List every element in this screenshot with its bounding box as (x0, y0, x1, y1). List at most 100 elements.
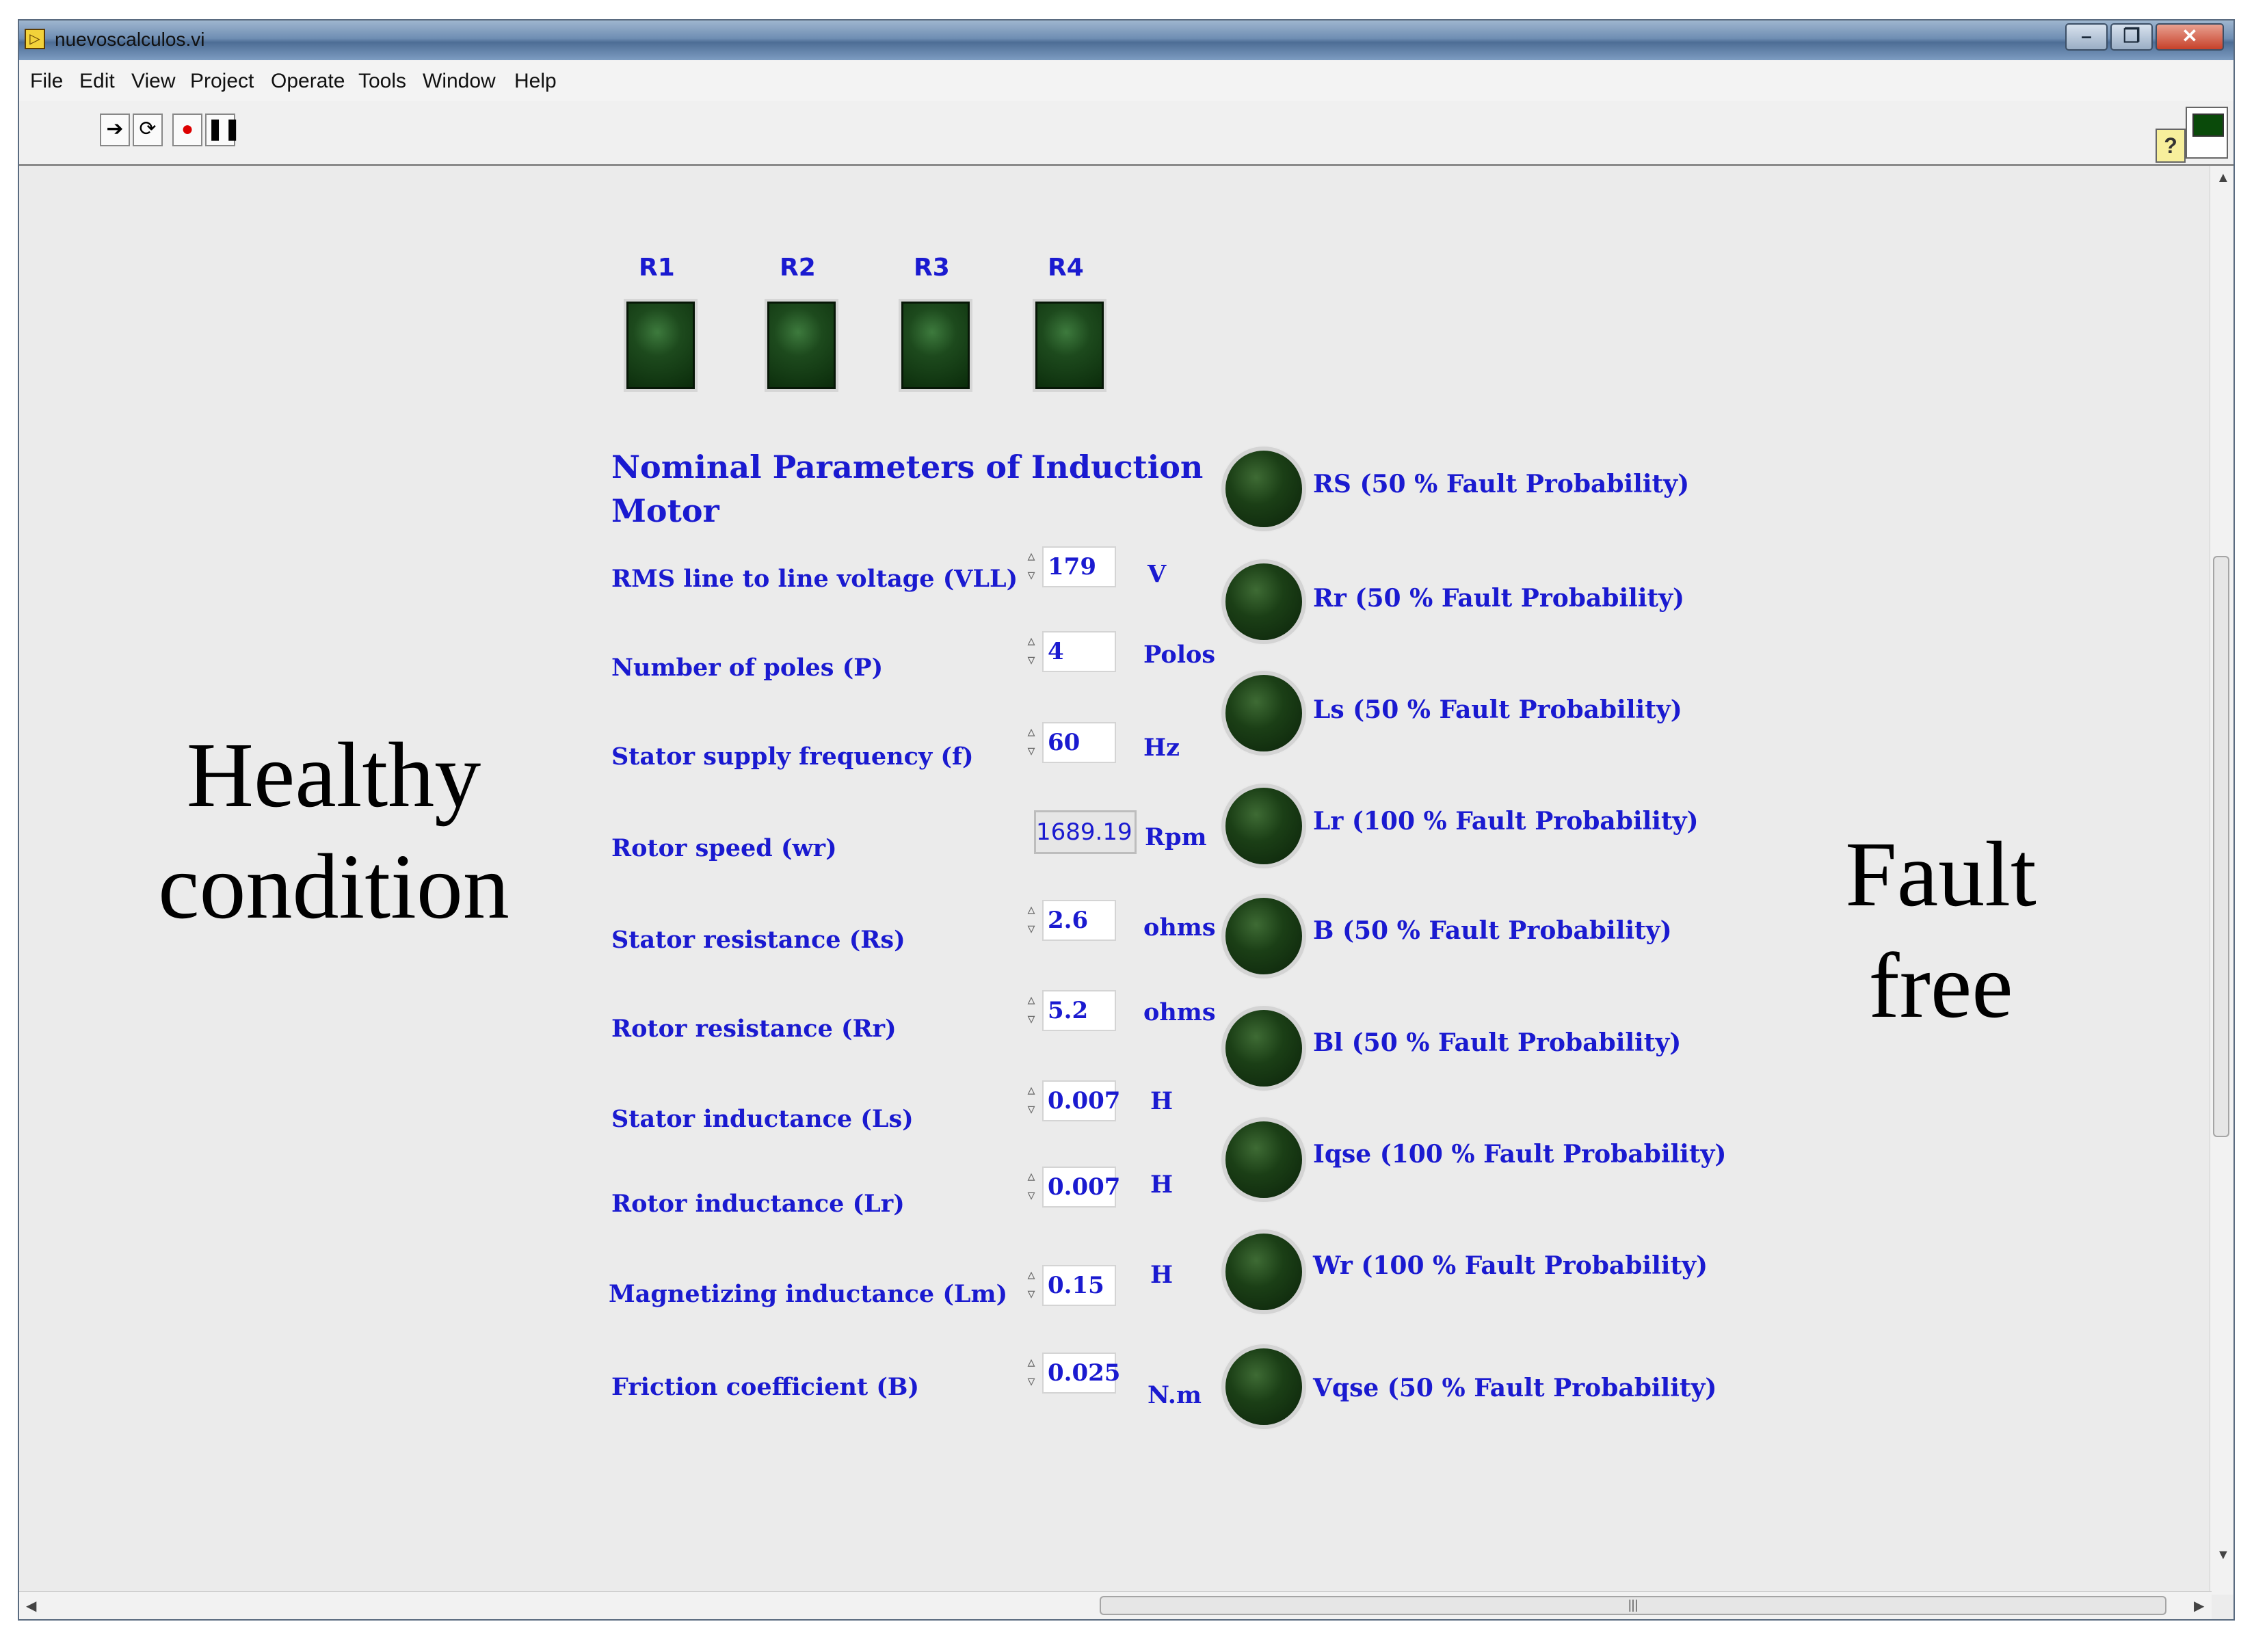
fault-free-text: Fault free (1770, 819, 2112, 1042)
section-title-line2: Motor (611, 492, 719, 529)
led-bl-fault (1221, 1006, 1306, 1091)
fault-label-bl: Bl (50 % Fault Probability) (1313, 1028, 1682, 1057)
param-label-frequency: Stator supply frequency (f) (611, 743, 974, 771)
led-wr-fault (1221, 1229, 1306, 1314)
close-button[interactable]: ✕ (2156, 23, 2224, 51)
increment-decrement-icon[interactable]: ▵ ▿ (1022, 1353, 1041, 1394)
unit-poles: Polos (1143, 641, 1216, 669)
menu-bar: File Edit View Project Operate Tools Win… (19, 60, 2233, 103)
param-label-poles: Number of poles (P) (611, 654, 884, 682)
increment-decrement-icon[interactable]: ▵ ▿ (1022, 1080, 1041, 1121)
menu-window[interactable]: Window (423, 70, 496, 93)
led-rs-fault (1221, 447, 1306, 531)
led-label-r2: R2 (780, 254, 816, 282)
increment-decrement-icon[interactable]: ▵ ▿ (1022, 722, 1041, 763)
healthy-condition-text: Healthy condition (101, 720, 566, 943)
labview-app-icon: ▷ (25, 29, 45, 49)
increment-decrement-icon[interactable]: ▵ ▿ (1022, 990, 1041, 1031)
led-r1 (624, 299, 698, 392)
scroll-right-icon[interactable]: ▶ (2194, 1597, 2204, 1614)
param-label-ls: Stator inductance (Ls) (611, 1105, 914, 1133)
param-label-rs: Stator resistance (Rs) (611, 926, 905, 954)
led-b-fault (1221, 894, 1306, 978)
vi-connector-icon[interactable] (2186, 107, 2228, 159)
led-rr-fault (1221, 559, 1306, 644)
abort-icon[interactable]: ● (172, 114, 202, 146)
fault-label-rs: RS (50 % Fault Probability) (1313, 470, 1690, 498)
led-ls-fault (1221, 671, 1306, 756)
ls-value[interactable]: 0.007 (1042, 1080, 1120, 1121)
vertical-scroll-thumb[interactable] (2213, 556, 2229, 1137)
help-icon[interactable]: ? (2156, 129, 2186, 163)
param-label-vll: RMS line to line voltage (VLL) (611, 565, 1018, 593)
led-r2 (765, 299, 838, 392)
rs-value[interactable]: 2.6 (1042, 900, 1116, 941)
section-title-line1: Nominal Parameters of Induction (611, 449, 1204, 485)
poles-value[interactable]: 4 (1042, 631, 1116, 672)
title-bar: ▷ nuevoscalculos.vi – ❐ ✕ (19, 21, 2233, 60)
fault-label-vqse: Vqse (50 % Fault Probability) (1313, 1374, 1717, 1402)
increment-decrement-icon[interactable]: ▵ ▿ (1022, 546, 1041, 587)
vertical-scrollbar[interactable]: ▲ ▼ (2210, 166, 2233, 1595)
healthy-line2: condition (158, 836, 509, 939)
fault-label-ls: Ls (50 % Fault Probability) (1313, 695, 1682, 724)
section-title: Nominal Parameters of Induction Motor (611, 445, 1203, 533)
lr-value[interactable]: 0.007 (1042, 1167, 1120, 1208)
scroll-down-icon[interactable]: ▼ (2216, 1547, 2230, 1563)
friction-value[interactable]: 0.025 (1042, 1353, 1120, 1394)
pause-icon[interactable]: ❚❚ (205, 114, 241, 146)
scroll-left-icon[interactable]: ◀ (26, 1597, 36, 1614)
menu-operate[interactable]: Operate (271, 70, 345, 93)
increment-decrement-icon[interactable]: ▵ ▿ (1022, 1265, 1041, 1306)
param-label-friction: Friction coefficient (B) (611, 1373, 920, 1401)
led-iqse-fault (1221, 1117, 1306, 1202)
unit-frequency: Hz (1143, 734, 1180, 762)
frequency-value[interactable]: 60 (1042, 722, 1116, 763)
param-label-lr: Rotor inductance (Lr) (611, 1190, 905, 1218)
increment-decrement-icon[interactable]: ▵ ▿ (1022, 631, 1041, 672)
menu-file[interactable]: File (30, 70, 63, 93)
unit-friction: N.m (1148, 1381, 1202, 1409)
menu-project[interactable]: Project (190, 70, 254, 93)
window-title: nuevoscalculos.vi (55, 29, 205, 50)
vll-value[interactable]: 179 (1042, 546, 1116, 587)
labview-window: ▷ nuevoscalculos.vi – ❐ ✕ File Edit View… (18, 19, 2235, 1621)
param-label-rr: Rotor resistance (Rr) (611, 1015, 897, 1043)
menu-edit[interactable]: Edit (79, 70, 115, 93)
param-label-lm: Magnetizing inductance (Lm) (609, 1280, 1008, 1308)
menu-tools[interactable]: Tools (358, 70, 406, 93)
rotor-speed-indicator: 1689.19 (1034, 810, 1137, 854)
menu-view[interactable]: View (131, 70, 175, 93)
menu-help[interactable]: Help (514, 70, 557, 93)
scroll-up-icon[interactable]: ▲ (2216, 170, 2230, 186)
rr-value[interactable]: 5.2 (1042, 990, 1116, 1031)
run-continuous-icon[interactable]: ⟳ (133, 114, 163, 146)
horizontal-scrollbar[interactable]: ◀ ||| ▶ (19, 1591, 2212, 1619)
led-label-r4: R4 (1048, 254, 1084, 282)
front-panel: Healthy condition Fault free R1 R2 R3 R4… (19, 166, 2212, 1595)
led-vqse-fault (1221, 1344, 1306, 1429)
restore-button[interactable]: ❐ (2110, 23, 2153, 51)
unit-ls: H (1150, 1087, 1174, 1115)
horizontal-scroll-thumb[interactable]: ||| (1100, 1596, 2166, 1615)
unit-lr: H (1150, 1171, 1174, 1199)
tool-bar: ➔ ⟳ ● ❚❚ ? (19, 101, 2233, 166)
increment-decrement-icon[interactable]: ▵ ▿ (1022, 900, 1041, 941)
fault-label-iqse: Iqse (100 % Fault Probability) (1313, 1140, 1727, 1169)
lm-value[interactable]: 0.15 (1042, 1265, 1116, 1306)
run-arrow-icon[interactable]: ➔ (100, 114, 130, 146)
unit-lm: H (1150, 1261, 1174, 1289)
increment-decrement-icon[interactable]: ▵ ▿ (1022, 1167, 1041, 1208)
minimize-button[interactable]: – (2065, 23, 2108, 51)
unit-rs: ohms (1143, 914, 1216, 942)
led-label-r3: R3 (914, 254, 950, 282)
fault-free-line2: free (1868, 935, 2013, 1038)
unit-rr: ohms (1143, 998, 1216, 1026)
unit-vll: V (1148, 560, 1167, 588)
window-controls: – ❐ ✕ (2065, 23, 2224, 51)
fault-label-lr: Lr (100 % Fault Probability) (1313, 807, 1699, 836)
unit-rotor-speed: Rpm (1145, 823, 1207, 851)
led-r3 (899, 299, 972, 392)
led-r4 (1033, 299, 1106, 392)
led-label-r1: R1 (639, 254, 675, 282)
